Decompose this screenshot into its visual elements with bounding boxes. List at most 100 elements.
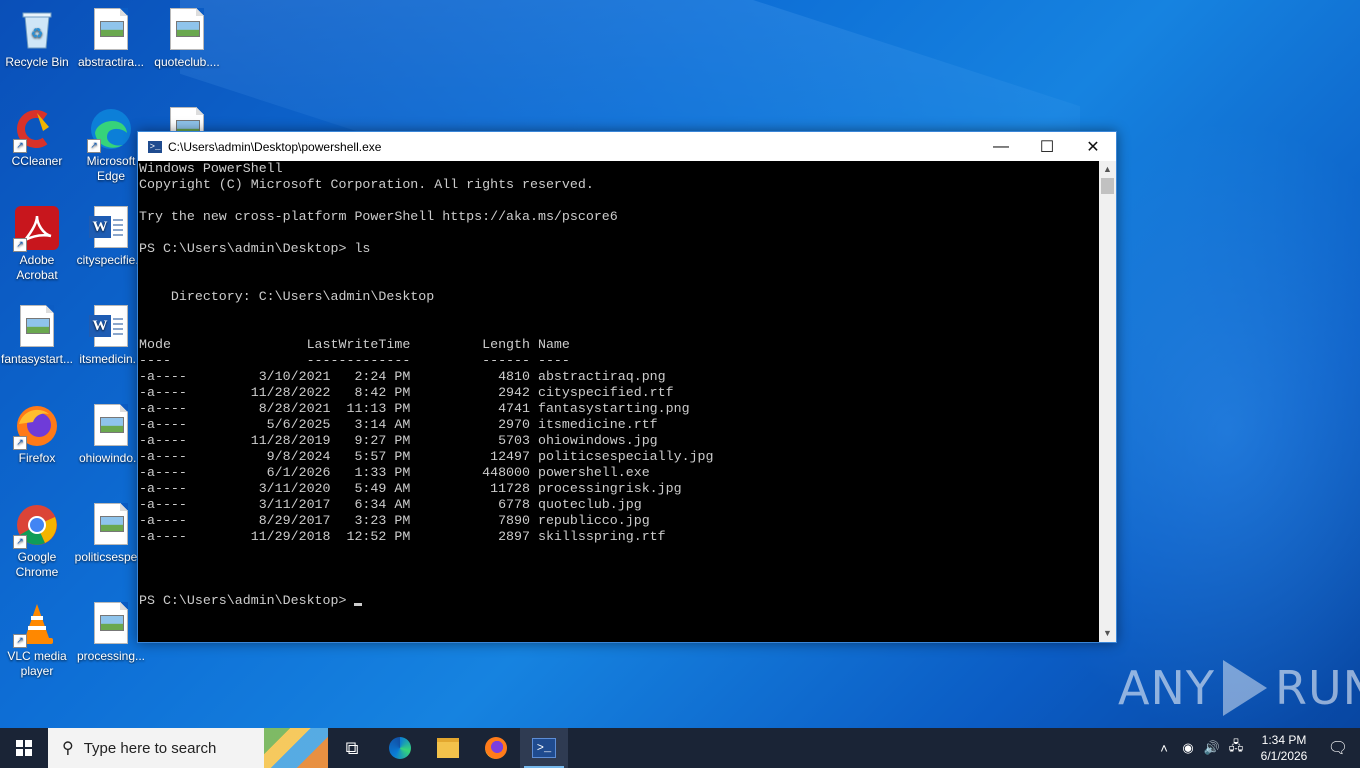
- taskbar-edge-button[interactable]: [376, 728, 424, 768]
- shortcut-arrow-icon: ↗: [13, 238, 27, 252]
- file-explorer-icon: [437, 738, 459, 758]
- image-file-icon: [89, 503, 133, 547]
- windows-logo-icon: [16, 740, 32, 756]
- powershell-window[interactable]: >_ C:\Users\admin\Desktop\powershell.exe…: [137, 131, 1117, 643]
- desktop-icon-google-chrome[interactable]: ↗ Google Chrome: [0, 497, 74, 580]
- window-title: C:\Users\admin\Desktop\powershell.exe: [168, 139, 382, 154]
- desktop-icon-abstractiraq[interactable]: abstractira...: [74, 2, 148, 70]
- console-line: -a---- 8/29/2017 3:23 PM 7890 republicco…: [139, 513, 650, 528]
- console-line: -a---- 5/6/2025 3:14 AM 2970 itsmedicine…: [139, 417, 658, 432]
- vertical-scrollbar[interactable]: ▲ ▼: [1099, 161, 1116, 642]
- start-button[interactable]: [0, 728, 48, 768]
- search-highlight-image: [264, 728, 328, 768]
- console-line: -a---- 11/28/2022 8:42 PM 2942 cityspeci…: [139, 385, 674, 400]
- console-line: ---- ------------- ------ ----: [139, 353, 570, 368]
- vlc-cone-icon: ↗: [13, 602, 59, 648]
- svg-text:♻: ♻: [31, 25, 44, 41]
- taskbar-firefox-button[interactable]: [472, 728, 520, 768]
- desktop-icon-adobe-acrobat[interactable]: ↗ Adobe Acrobat: [0, 200, 74, 283]
- volume-icon[interactable]: 🔊: [1200, 740, 1224, 756]
- clock-date: 6/1/2026: [1260, 749, 1308, 763]
- chevron-up-icon[interactable]: ˄: [1152, 741, 1176, 756]
- shortcut-arrow-icon: ↗: [13, 634, 27, 648]
- desktop-icon-label: quoteclub....: [154, 55, 220, 69]
- anyrun-watermark: ANY RUN: [1118, 656, 1360, 720]
- console-line: -a---- 3/11/2017 6:34 AM 6778 quoteclub.…: [139, 497, 642, 512]
- scroll-thumb[interactable]: [1101, 178, 1114, 194]
- console-line: -a---- 3/10/2021 2:24 PM 4810 abstractir…: [139, 369, 666, 384]
- desktop-icon-label: Adobe Acrobat: [16, 253, 58, 282]
- watermark-text-left: ANY: [1118, 661, 1215, 715]
- shortcut-arrow-icon: ↗: [13, 139, 27, 153]
- desktop-icon-quoteclub[interactable]: quoteclub....: [150, 2, 224, 70]
- search-icon: ⚲: [62, 740, 74, 757]
- search-placeholder: Type here to search: [83, 739, 217, 757]
- desktop-icon-label: processing...: [76, 649, 146, 663]
- task-view-button[interactable]: ⧉: [328, 728, 376, 768]
- taskbar-powershell-button[interactable]: >_: [520, 728, 568, 768]
- taskbar-search-box[interactable]: ⚲ Type here to search: [48, 728, 328, 768]
- desktop-icon-label: CCleaner: [11, 154, 63, 168]
- powershell-icon: >_: [148, 140, 162, 153]
- scroll-down-arrow-icon[interactable]: ▼: [1099, 625, 1116, 642]
- console-line: -a---- 11/28/2019 9:27 PM 5703 ohiowindo…: [139, 433, 658, 448]
- text-cursor: [354, 603, 363, 606]
- window-titlebar[interactable]: >_ C:\Users\admin\Desktop\powershell.exe…: [138, 132, 1116, 161]
- console-line: Windows PowerShell: [139, 161, 283, 176]
- desktop-icon-recycle-bin[interactable]: ♻ Recycle Bin: [0, 2, 74, 70]
- maximize-button[interactable]: ☐: [1024, 132, 1070, 161]
- shortcut-arrow-icon: ↗: [13, 535, 27, 549]
- desktop-icon-label: fantasystart...: [0, 352, 74, 366]
- edge-icon: [389, 737, 411, 759]
- powershell-icon: >_: [532, 738, 556, 758]
- console-line: -a---- 8/28/2021 11:13 PM 4741 fantasyst…: [139, 401, 690, 416]
- scroll-up-arrow-icon[interactable]: ▲: [1099, 161, 1116, 178]
- desktop-icon-label: Google Chrome: [15, 550, 59, 579]
- console-line: Try the new cross-platform PowerShell ht…: [139, 209, 618, 224]
- image-file-icon: [89, 404, 133, 448]
- desktop-icon-vlc[interactable]: ↗ VLC media player: [0, 596, 74, 679]
- edge-icon: ↗: [87, 107, 133, 153]
- desktop-icon-fantasystarting[interactable]: fantasystart...: [0, 299, 74, 367]
- image-file-icon: [89, 8, 133, 52]
- console-output[interactable]: Windows PowerShell Copyright (C) Microsof…: [138, 161, 1099, 642]
- word-document-icon: W: [89, 305, 133, 349]
- minimize-button[interactable]: —: [978, 132, 1024, 161]
- task-view-icon: ⧉: [345, 737, 359, 758]
- chrome-icon: ↗: [13, 503, 59, 549]
- play-logo-icon: [1222, 660, 1267, 716]
- console-line: -a---- 3/11/2020 5:49 AM 11728 processin…: [139, 481, 682, 496]
- console-line: -a---- 9/8/2024 5:57 PM 12497 politicses…: [139, 449, 714, 464]
- image-file-icon: [165, 8, 209, 52]
- console-line: -a---- 6/1/2026 1:33 PM 448000 powershel…: [139, 465, 650, 480]
- console-line: PS C:\Users\admin\Desktop> ls: [139, 241, 371, 256]
- taskbar: ⚲ Type here to search ⧉ >_ ˄ ◉ 🔊 🖧 1:34 …: [0, 728, 1360, 768]
- firefox-icon: ↗: [13, 404, 59, 450]
- network-icon[interactable]: 🖧: [1224, 737, 1248, 759]
- desktop-icon-ccleaner[interactable]: ↗ CCleaner: [0, 101, 74, 169]
- taskbar-file-explorer-button[interactable]: [424, 728, 472, 768]
- meet-now-icon[interactable]: ◉: [1176, 740, 1200, 756]
- console-line: Directory: C:\Users\admin\Desktop: [139, 289, 435, 304]
- desktop-icon-label: VLC media player: [7, 649, 67, 678]
- adobe-acrobat-icon: ↗: [13, 206, 59, 252]
- console-line: -a---- 11/29/2018 12:52 PM 2897 skillssp…: [139, 529, 666, 544]
- notification-center-icon[interactable]: 🗨: [1316, 738, 1360, 758]
- close-button[interactable]: ✕: [1070, 132, 1116, 161]
- console-prompt-line[interactable]: PS C:\Users\admin\Desktop>: [139, 593, 1099, 609]
- image-file-icon: [15, 305, 59, 349]
- taskbar-clock[interactable]: 1:34 PM 6/1/2026: [1252, 732, 1316, 764]
- word-document-icon: W: [89, 206, 133, 250]
- desktop-icon-firefox[interactable]: ↗ Firefox: [0, 398, 74, 466]
- desktop-icon-label: Firefox: [18, 451, 56, 465]
- console-line: Mode LastWriteTime Length Name: [139, 337, 570, 352]
